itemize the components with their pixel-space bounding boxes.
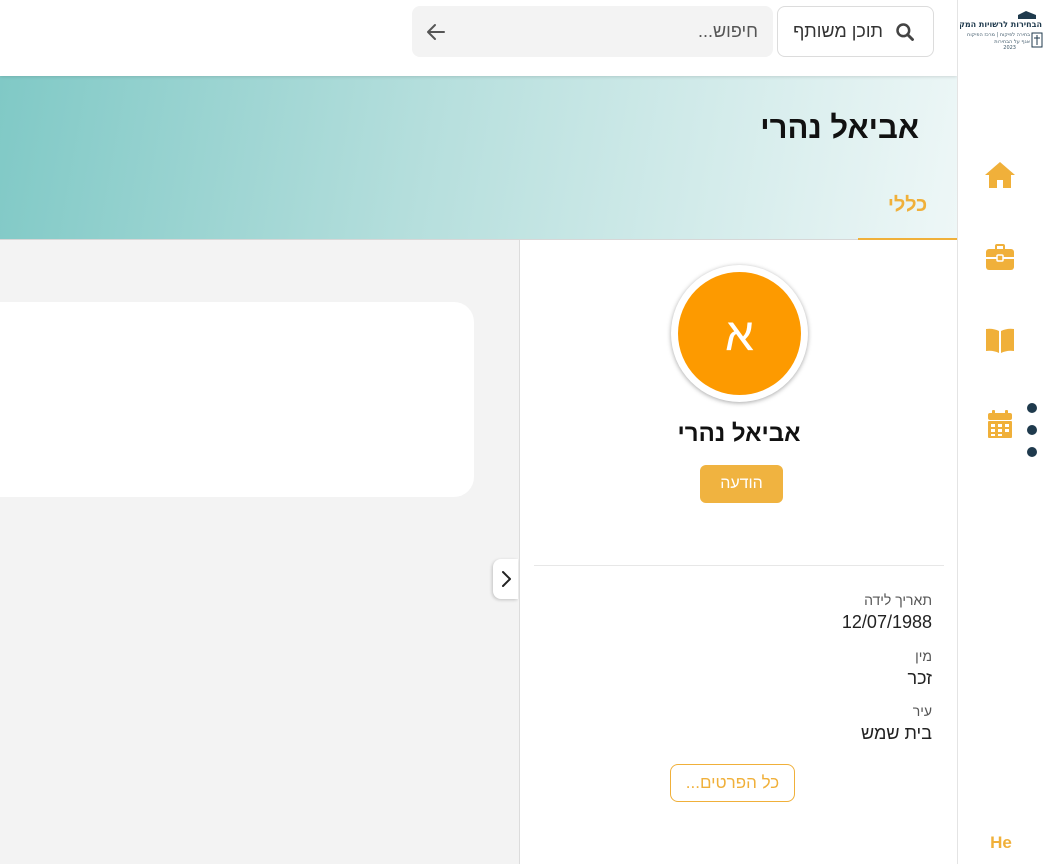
field-value: בית שמש <box>861 723 932 743</box>
arrow-left-icon[interactable] <box>424 20 448 44</box>
app-root: תוכן משותף אביאל נהרי כללי א אביאל נהרי … <box>0 0 1043 864</box>
field-value: זכר <box>907 668 932 688</box>
profile-header: אביאל נהרי כללי <box>0 76 957 240</box>
sidebar-item-library[interactable] <box>982 323 1018 359</box>
message-button[interactable]: הודעה <box>700 465 783 503</box>
avatar: א <box>671 265 808 402</box>
field-label: עיר <box>912 703 932 719</box>
field-label: מין <box>915 648 932 664</box>
dot <box>1027 403 1037 413</box>
field-gender: מין זכר <box>907 648 932 689</box>
sidebar-item-work[interactable] <box>982 239 1018 275</box>
briefcase-icon <box>986 244 1014 270</box>
search-scope-label: תוכן משותף <box>793 21 883 41</box>
search-input[interactable] <box>458 6 758 57</box>
calendar-icon <box>988 410 1012 438</box>
profile-name: אביאל נהרי <box>677 420 801 447</box>
home-icon <box>985 162 1015 188</box>
elections-logo[interactable]: הבחירות לרשויות המקומיות בחירה לפיקוח | … <box>940 10 1043 51</box>
dot <box>1027 425 1037 435</box>
sidebar-item-calendar[interactable] <box>982 406 1018 442</box>
panel-toggle-button[interactable] <box>493 559 518 599</box>
top-bar: תוכן משותף <box>0 0 957 76</box>
field-label: תאריך לידה <box>864 592 932 608</box>
search-scope-button[interactable]: תוכן משותף <box>777 6 934 57</box>
field-birthdate: תאריך לידה 12/07/1988 <box>842 592 932 633</box>
divider <box>534 565 944 566</box>
dot <box>1027 447 1037 457</box>
language-toggle[interactable]: He <box>958 833 1043 853</box>
avatar-letter: א <box>678 272 801 395</box>
tab-general[interactable]: כללי <box>858 184 957 240</box>
field-value: 12/07/1988 <box>841 612 932 632</box>
sidebar-item-home[interactable] <box>982 157 1018 193</box>
content-card <box>0 302 474 497</box>
book-icon <box>986 328 1014 353</box>
field-city: עיר בית שמש <box>861 703 932 744</box>
all-details-button[interactable]: כל הפרטים... <box>670 764 795 802</box>
svg-text:הבחירות לרשויות המקומיות: הבחירות לרשויות המקומיות <box>960 20 1042 29</box>
chevron-right-icon <box>501 571 511 587</box>
profile-panel: א אביאל נהרי הודעה תאריך לידה 12/07/1988… <box>519 240 957 864</box>
svg-text:בחירה לפיקוח | מרכז הפיקוח: בחירה לפיקוח | מרכז הפיקוח <box>967 32 1030 38</box>
search-box <box>412 6 773 57</box>
sidebar: הבחירות לרשויות המקומיות בחירה לפיקוח | … <box>940 0 1043 864</box>
search-icon <box>896 22 914 41</box>
more-options-icon[interactable] <box>1026 403 1038 459</box>
page-title: אביאל נהרי <box>760 110 919 145</box>
svg-text:2023: 2023 <box>1003 45 1016 50</box>
